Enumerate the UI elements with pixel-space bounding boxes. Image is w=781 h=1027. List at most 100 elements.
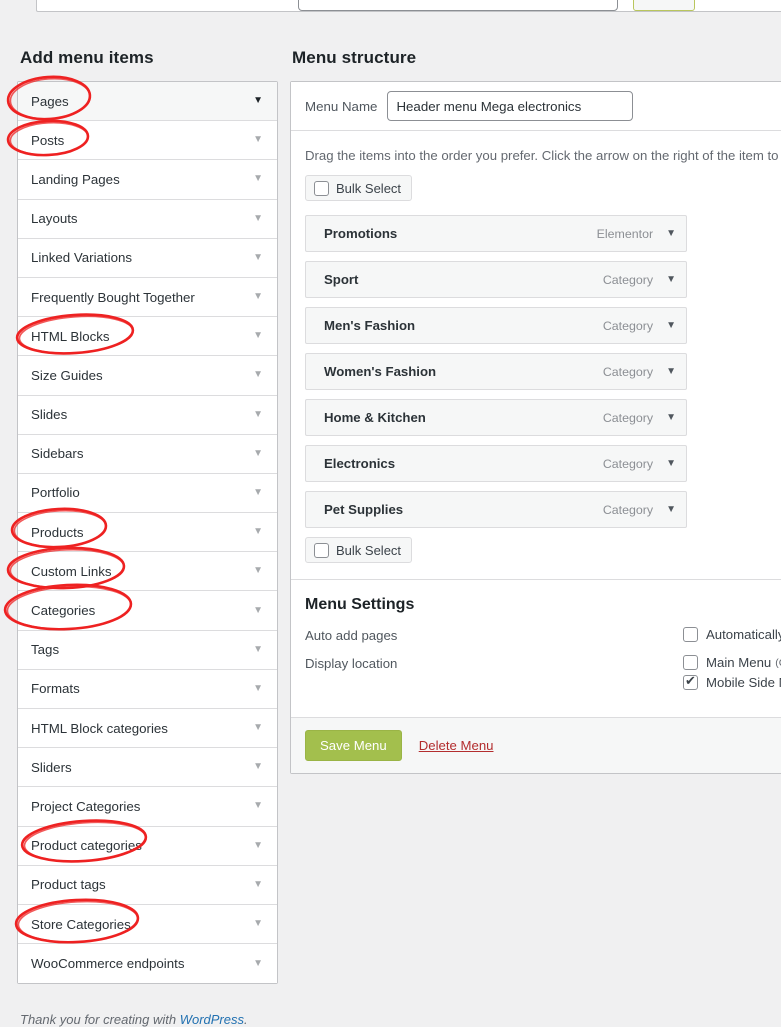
chevron-down-icon[interactable]: ▼ xyxy=(253,762,265,772)
accordion-item-products[interactable]: Products▼ xyxy=(18,513,277,552)
chevron-down-icon[interactable]: ▼ xyxy=(253,410,265,420)
menu-name-row: Menu Name xyxy=(291,82,781,131)
accordion-item-slides[interactable]: Slides▼ xyxy=(18,396,277,435)
save-menu-button[interactable]: Save Menu xyxy=(305,730,402,761)
accordion-item-label: Pages xyxy=(31,94,253,109)
accordion-item-portfolio[interactable]: Portfolio▼ xyxy=(18,474,277,513)
display-location-option[interactable]: Main Menu(Curre xyxy=(683,655,781,670)
accordion-item-categories[interactable]: Categories▼ xyxy=(18,591,277,630)
chevron-down-icon[interactable]: ▼ xyxy=(253,449,265,459)
top-partial-button[interactable] xyxy=(633,0,695,11)
chevron-down-icon[interactable]: ▼ xyxy=(253,96,265,106)
accordion-item-frequently-bought-together[interactable]: Frequently Bought Together▼ xyxy=(18,278,277,317)
accordion-item-custom-links[interactable]: Custom Links▼ xyxy=(18,552,277,591)
chevron-down-icon[interactable]: ▼ xyxy=(253,959,265,969)
auto-add-pages-option-label: Automatically ad xyxy=(706,627,781,642)
top-partial-panel xyxy=(36,0,781,12)
chevron-down-icon[interactable]: ▼ xyxy=(253,214,265,224)
display-location-name: Main Menu xyxy=(706,655,771,670)
display-location-option[interactable]: Mobile Side Men xyxy=(683,675,781,690)
menu-item-row[interactable]: Pet SuppliesCategory▼ xyxy=(305,491,687,528)
chevron-down-icon[interactable]: ▼ xyxy=(253,880,265,890)
accordion-item-label: Tags xyxy=(31,642,253,657)
display-location-checkbox[interactable] xyxy=(683,675,698,690)
accordion-item-landing-pages[interactable]: Landing Pages▼ xyxy=(18,160,277,199)
menu-item-row[interactable]: SportCategory▼ xyxy=(305,261,687,298)
accordion-item-sliders[interactable]: Sliders▼ xyxy=(18,748,277,787)
accordion-item-html-blocks[interactable]: HTML Blocks▼ xyxy=(18,317,277,356)
chevron-down-icon[interactable]: ▼ xyxy=(253,566,265,576)
accordion-item-woocommerce-endpoints[interactable]: WooCommerce endpoints▼ xyxy=(18,944,277,983)
menu-item-type: Category xyxy=(603,411,653,425)
accordion-item-sidebars[interactable]: Sidebars▼ xyxy=(18,435,277,474)
accordion-item-store-categories[interactable]: Store Categories▼ xyxy=(18,905,277,944)
delete-menu-link[interactable]: Delete Menu xyxy=(419,738,494,753)
chevron-down-icon[interactable]: ▼ xyxy=(253,174,265,184)
accordion-item-linked-variations[interactable]: Linked Variations▼ xyxy=(18,239,277,278)
chevron-down-icon[interactable]: ▼ xyxy=(253,292,265,302)
bulk-select-top-button[interactable]: Bulk Select xyxy=(305,175,412,201)
chevron-down-icon[interactable]: ▼ xyxy=(253,801,265,811)
bulk-select-bottom-checkbox[interactable] xyxy=(314,543,329,558)
footer-suffix: . xyxy=(244,1012,248,1027)
bulk-select-bottom-button[interactable]: Bulk Select xyxy=(305,537,412,563)
chevron-down-icon[interactable]: ▼ xyxy=(666,458,676,469)
accordion-item-layouts[interactable]: Layouts▼ xyxy=(18,200,277,239)
chevron-down-icon[interactable]: ▼ xyxy=(253,684,265,694)
auto-add-pages-checkbox[interactable] xyxy=(683,627,698,642)
accordion-item-pages[interactable]: Pages▼ xyxy=(18,82,277,121)
top-partial-input[interactable] xyxy=(298,0,618,11)
menu-item-row[interactable]: PromotionsElementor▼ xyxy=(305,215,687,252)
footer-text: Thank you for creating with xyxy=(20,1012,180,1027)
menu-item-title: Men's Fashion xyxy=(324,318,603,333)
auto-add-pages-option[interactable]: Automatically ad xyxy=(683,627,781,642)
accordion-item-html-block-categories[interactable]: HTML Block categories▼ xyxy=(18,709,277,748)
menu-structure-panel: Menu Name Drag the items into the order … xyxy=(290,81,781,774)
chevron-down-icon[interactable]: ▼ xyxy=(253,527,265,537)
chevron-down-icon[interactable]: ▼ xyxy=(253,841,265,851)
menu-item-title: Sport xyxy=(324,272,603,287)
chevron-down-icon[interactable]: ▼ xyxy=(253,135,265,145)
chevron-down-icon[interactable]: ▼ xyxy=(666,504,676,515)
chevron-down-icon[interactable]: ▼ xyxy=(253,606,265,616)
accordion-item-size-guides[interactable]: Size Guides▼ xyxy=(18,356,277,395)
add-menu-items-heading: Add menu items xyxy=(20,48,154,68)
menu-item-title: Home & Kitchen xyxy=(324,410,603,425)
chevron-down-icon[interactable]: ▼ xyxy=(666,412,676,423)
accordion-item-label: Product categories xyxy=(31,838,253,853)
accordion-item-project-categories[interactable]: Project Categories▼ xyxy=(18,787,277,826)
menu-item-row[interactable]: Men's FashionCategory▼ xyxy=(305,307,687,344)
menu-structure-heading: Menu structure xyxy=(292,48,416,68)
menu-name-input[interactable] xyxy=(387,91,633,121)
accordion-item-posts[interactable]: Posts▼ xyxy=(18,121,277,160)
wordpress-link[interactable]: WordPress xyxy=(180,1012,244,1027)
chevron-down-icon[interactable]: ▼ xyxy=(666,228,676,239)
display-location-checkbox[interactable] xyxy=(683,655,698,670)
accordion-item-label: Categories xyxy=(31,603,253,618)
chevron-down-icon[interactable]: ▼ xyxy=(253,370,265,380)
accordion-item-product-tags[interactable]: Product tags▼ xyxy=(18,866,277,905)
chevron-down-icon[interactable]: ▼ xyxy=(253,919,265,929)
menu-name-label: Menu Name xyxy=(305,99,377,114)
accordion-item-label: Product tags xyxy=(31,877,253,892)
chevron-down-icon[interactable]: ▼ xyxy=(253,723,265,733)
menu-item-row[interactable]: Home & KitchenCategory ▼ xyxy=(305,399,687,436)
accordion-item-label: HTML Blocks xyxy=(31,329,253,344)
menu-item-row[interactable]: ElectronicsCategory▼ xyxy=(305,445,687,482)
bulk-select-top-checkbox[interactable] xyxy=(314,181,329,196)
bulk-select-top-label: Bulk Select xyxy=(336,181,401,196)
chevron-down-icon[interactable]: ▼ xyxy=(666,274,676,285)
accordion-item-tags[interactable]: Tags▼ xyxy=(18,631,277,670)
chevron-down-icon[interactable]: ▼ xyxy=(253,645,265,655)
chevron-down-icon[interactable]: ▼ xyxy=(253,488,265,498)
accordion-item-formats[interactable]: Formats▼ xyxy=(18,670,277,709)
chevron-down-icon[interactable]: ▼ xyxy=(666,366,676,377)
bulk-select-bottom-label: Bulk Select xyxy=(336,543,401,558)
chevron-down-icon[interactable]: ▼ xyxy=(666,320,676,331)
accordion-item-product-categories[interactable]: Product categories▼ xyxy=(18,827,277,866)
accordion-item-label: Layouts xyxy=(31,211,253,226)
menu-item-row[interactable]: Women's FashionCategory▼ xyxy=(305,353,687,390)
chevron-down-icon[interactable]: ▼ xyxy=(253,253,265,263)
accordion-item-label: Custom Links xyxy=(31,564,253,579)
chevron-down-icon[interactable]: ▼ xyxy=(253,331,265,341)
